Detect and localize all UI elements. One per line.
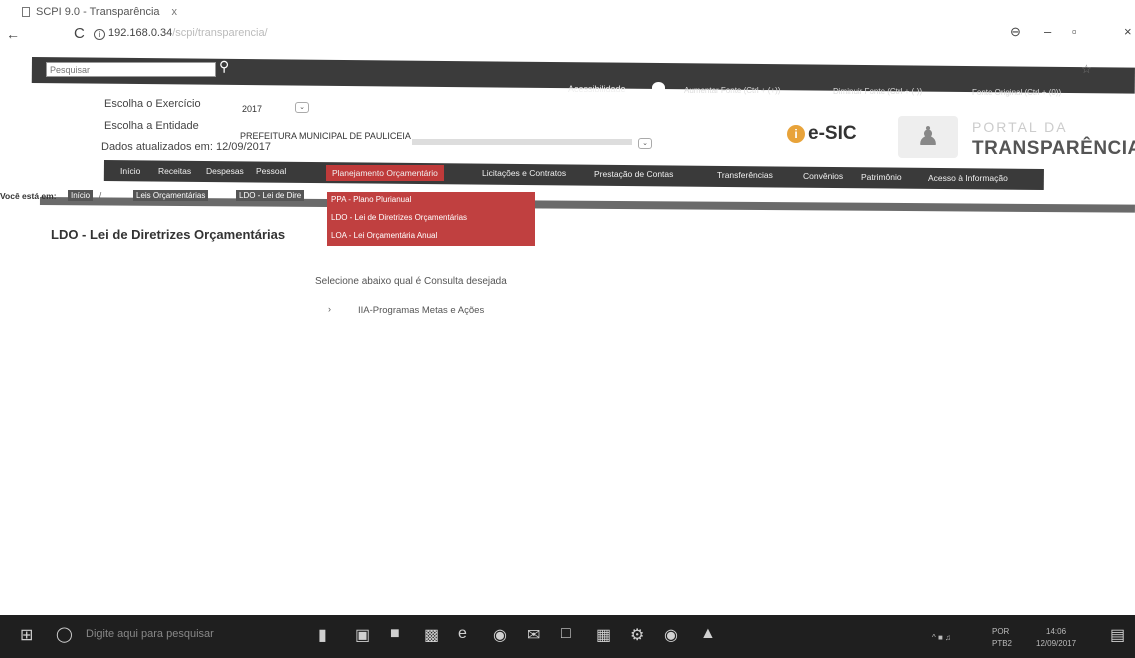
maximize-icon[interactable]: ▫ <box>1072 24 1077 39</box>
nav-item-convenios[interactable]: Convênios <box>803 171 843 181</box>
app3-icon[interactable]: ▲ <box>700 625 716 643</box>
original-font-link[interactable]: Fonte Original (Ctrl + (0)) <box>972 88 1061 97</box>
exercise-dropdown-icon[interactable]: ⌄ <box>295 102 309 113</box>
entity-label: Escolha a Entidade <box>104 120 199 132</box>
accessibility-icon[interactable] <box>652 82 665 93</box>
chevron-right-icon: › <box>328 304 331 314</box>
entity-select-extension <box>412 139 632 145</box>
entity-dropdown-icon[interactable]: ⌄ <box>638 138 652 149</box>
nav-item-despesas[interactable]: Despesas <box>206 166 244 176</box>
esic-logo[interactable]: i e-SIC <box>787 123 857 145</box>
bookmark-star-icon[interactable]: ☆ <box>1081 62 1092 76</box>
accessibility-link[interactable]: Acessibilidade <box>568 84 626 94</box>
windows-start-icon[interactable]: ⊞ <box>20 625 33 645</box>
submenu-item-ldo[interactable]: LDO - Lei de Diretrizes Orçamentárias <box>331 213 467 222</box>
nav-item-pessoal[interactable]: Pessoal <box>256 166 286 176</box>
language-indicator[interactable]: POR <box>992 627 1009 636</box>
nav-item-licitacoes[interactable]: Licitações e Contratos <box>482 168 566 178</box>
store-icon[interactable]: ▩ <box>424 625 439 645</box>
nav-item-patrimonio[interactable]: Patrimônio <box>861 172 902 182</box>
app-icon[interactable]: □ <box>561 625 571 643</box>
task-view-icon[interactable]: ▣ <box>355 625 370 645</box>
notifications-icon[interactable]: ▤ <box>1110 625 1125 645</box>
back-icon[interactable]: ← <box>6 26 20 42</box>
address-bar-row: ← C i 192.168.0.34/scpi/transparencia/ <box>0 24 1135 50</box>
profile-icon[interactable]: ⊖ <box>1010 24 1021 40</box>
decrease-font-link[interactable]: Diminuir Fonte (Ctrl + (-)) <box>833 87 922 96</box>
portal-people-icon: ♟ <box>898 116 958 158</box>
mail-icon[interactable]: ✉ <box>527 625 540 645</box>
chrome-icon[interactable]: ◉ <box>493 625 507 645</box>
nav-item-acesso[interactable]: Acesso à Informação <box>928 173 1008 183</box>
increase-font-link[interactable]: Aumentar Fonte (Ctrl + (+)) <box>684 86 780 95</box>
app2-icon[interactable]: ◉ <box>664 625 678 645</box>
exercise-label: Escolha o Exercício <box>104 98 201 110</box>
nav-item-prestacao[interactable]: Prestação de Contas <box>594 169 673 179</box>
settings-icon[interactable]: ⚙ <box>630 625 644 645</box>
page-icon <box>22 7 30 17</box>
portal-title-main: TRANSPARÊNCIA <box>972 138 1135 159</box>
minimize-icon[interactable]: – <box>1044 24 1051 39</box>
browser-tab[interactable]: SCPI 9.0 - Transparência x <box>22 6 177 18</box>
reload-icon[interactable]: C <box>74 25 85 42</box>
taskbar-search-input[interactable]: Digite aqui para pesquisar <box>86 628 214 640</box>
nav-item-planejamento[interactable]: Planejamento Orçamentário <box>326 165 444 181</box>
edge-icon[interactable]: e <box>458 625 467 643</box>
url-field[interactable]: 192.168.0.34/scpi/transparencia/ <box>108 27 268 39</box>
breadcrumb-leis[interactable]: Leis Orçamentárias <box>133 190 209 201</box>
esic-text: e-SIC <box>808 123 857 144</box>
site-info-icon[interactable]: i <box>94 29 105 40</box>
search-input[interactable] <box>46 62 216 77</box>
breadcrumb-ldo[interactable]: LDO - Lei de Dire <box>236 190 305 201</box>
cortana-icon[interactable]: ◯ <box>56 625 73 643</box>
breadcrumb-inicio[interactable]: Início <box>68 190 94 201</box>
nav-item-inicio[interactable]: Início <box>120 166 140 176</box>
instruction-text: Selecione abaixo qual é Consulta desejad… <box>315 276 507 287</box>
tab-close-icon[interactable]: x <box>172 6 178 18</box>
search-icon[interactable]: ⚲ <box>219 58 229 75</box>
file-explorer-icon[interactable]: ■ <box>390 625 400 643</box>
exercise-select[interactable]: 2017 <box>242 104 262 114</box>
close-window-icon[interactable]: × <box>1124 24 1132 39</box>
entity-select[interactable]: PREFEITURA MUNICIPAL DE PAULICEIA <box>240 131 411 141</box>
info-icon: i <box>787 125 805 143</box>
system-tray-icons[interactable]: ^ ■ ♫ <box>932 633 951 642</box>
breadcrumb-separator: / <box>99 191 102 200</box>
nav-item-transferencias[interactable]: Transferências <box>717 170 773 180</box>
clock-date[interactable]: 12/09/2017 <box>1036 639 1076 648</box>
url-host: 192.168.0.34 <box>108 27 173 39</box>
calculator-icon[interactable]: ▦ <box>596 625 611 645</box>
tab-title: SCPI 9.0 - Transparência <box>36 6 160 18</box>
nav-item-receitas[interactable]: Receitas <box>158 166 191 176</box>
breadcrumb-label: Você está em: <box>0 191 57 201</box>
main-nav <box>103 160 1044 191</box>
keyboard-layout[interactable]: PTB2 <box>992 639 1012 648</box>
mic-icon[interactable]: ▮ <box>318 625 327 645</box>
clock-time[interactable]: 14:06 <box>1046 627 1066 636</box>
page-title: LDO - Lei de Diretrizes Orçamentárias <box>51 227 286 242</box>
updated-label: Dados atualizados em: 12/09/2017 <box>101 141 272 153</box>
portal-title-small: PORTAL DA <box>972 119 1068 135</box>
url-path: /scpi/transparencia/ <box>172 27 268 39</box>
option-programas-link[interactable]: IIA-Programas Metas e Ações <box>358 305 484 316</box>
submenu-item-ppa[interactable]: PPA - Plano Plurianual <box>331 195 411 204</box>
submenu-item-loa[interactable]: LOA - Lei Orçamentária Anual <box>331 231 437 240</box>
